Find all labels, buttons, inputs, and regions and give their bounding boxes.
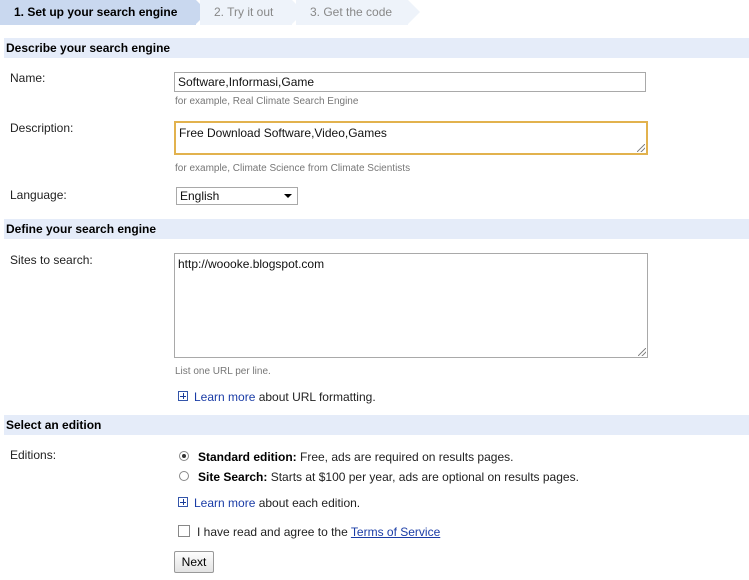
site-search-desc: Starts at $100 per year, ads are optiona… <box>267 470 579 484</box>
learn-more-url-link[interactable]: Learn more <box>194 390 255 404</box>
tos-checkbox[interactable] <box>178 525 190 537</box>
wizard-steps: 1. Set up your search engine 2. Try it o… <box>0 0 749 27</box>
site-search-label: Site Search: Starts at $100 per year, ad… <box>198 470 579 484</box>
name-hint: for example, Real Climate Search Engine <box>175 96 359 107</box>
language-label: Language: <box>10 188 67 202</box>
site-search-name: Site Search: <box>198 470 268 484</box>
tos-prefix: I have read and agree to the <box>197 525 351 539</box>
learn-more-url-line: Learn more about URL formatting. <box>194 390 376 404</box>
standard-edition-desc: Free, ads are required on results pages. <box>296 450 514 464</box>
next-button[interactable]: Next <box>174 551 214 573</box>
language-select[interactable]: English <box>176 187 298 205</box>
sites-input[interactable]: http://woooke.blogspot.com <box>174 253 648 358</box>
name-label: Name: <box>10 71 46 85</box>
section-define-heading: Define your search engine <box>4 219 749 239</box>
sites-value: http://woooke.blogspot.com <box>178 257 325 271</box>
resize-grip-icon[interactable] <box>637 144 645 152</box>
sites-hint: List one URL per line. <box>175 366 271 377</box>
step-setup: 1. Set up your search engine <box>0 0 196 25</box>
expand-plus-icon[interactable] <box>178 391 188 401</box>
standard-edition-radio[interactable] <box>179 451 189 461</box>
step-get-code[interactable]: 3. Get the code <box>296 0 408 25</box>
section-describe-heading: Describe your search engine <box>4 38 749 58</box>
learn-more-edition-link[interactable]: Learn more <box>194 496 255 510</box>
expand-plus-icon[interactable] <box>178 497 188 507</box>
step-try-it-out[interactable]: 2. Try it out <box>200 0 292 25</box>
standard-edition-label: Standard edition: Free, ads are required… <box>198 450 513 464</box>
language-selected-value: English <box>180 189 220 203</box>
description-value: Free Download Software,Video,Games <box>179 126 387 140</box>
learn-more-edition-text: about each edition. <box>255 496 361 510</box>
description-input[interactable]: Free Download Software,Video,Games <box>174 121 648 155</box>
resize-grip-icon[interactable] <box>638 348 646 356</box>
learn-more-edition-line: Learn more about each edition. <box>194 496 360 510</box>
sites-label: Sites to search: <box>10 253 93 267</box>
site-search-radio[interactable] <box>179 471 189 481</box>
chevron-down-icon <box>284 194 292 198</box>
description-label: Description: <box>10 121 74 135</box>
editions-label: Editions: <box>10 448 57 462</box>
standard-edition-name: Standard edition: <box>198 450 297 464</box>
step-arrow <box>408 0 420 24</box>
description-hint: for example, Climate Science from Climat… <box>175 163 411 174</box>
name-input[interactable]: Software,Informasi,Game <box>174 72 646 92</box>
learn-more-url-text: about URL formatting. <box>255 390 376 404</box>
section-edition-heading: Select an edition <box>4 415 749 435</box>
tos-link[interactable]: Terms of Service <box>351 525 440 539</box>
tos-line: I have read and agree to the Terms of Se… <box>197 525 440 539</box>
